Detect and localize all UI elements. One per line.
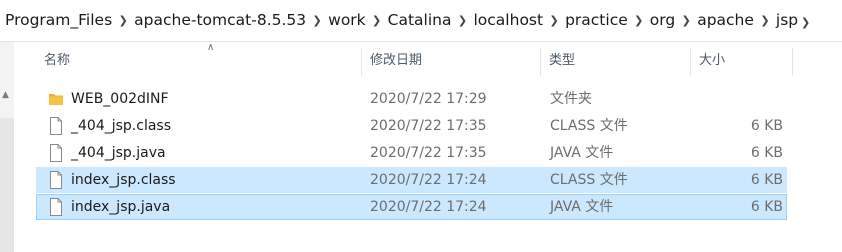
file-type: JAVA 文件 bbox=[550, 145, 614, 161]
file-size: 6 KB bbox=[750, 172, 783, 188]
breadcrumb-jsp[interactable]: jsp bbox=[775, 11, 799, 29]
chevron-right-icon[interactable]: ❯ bbox=[453, 14, 473, 27]
chevron-right-icon[interactable]: ❯ bbox=[801, 16, 810, 29]
column-header-row: ∧ 名称 修改日期 类型 大小 bbox=[14, 42, 842, 78]
file-icon bbox=[50, 144, 62, 162]
sort-ascending-icon: ∧ bbox=[207, 42, 215, 53]
scroll-up-arrow-icon[interactable]: ▲ bbox=[2, 90, 9, 100]
breadcrumb-practice[interactable]: practice bbox=[564, 11, 629, 29]
chevron-right-icon[interactable]: ❯ bbox=[755, 14, 775, 27]
chevron-right-icon[interactable]: ❯ bbox=[367, 14, 387, 27]
navigation-pane-scrollbar[interactable]: ▲ bbox=[0, 42, 14, 252]
file-date: 2020/7/22 17:35 bbox=[370, 145, 487, 161]
file-date: 2020/7/22 17:24 bbox=[370, 199, 487, 215]
file-date: 2020/7/22 17:35 bbox=[370, 118, 487, 134]
file-type: CLASS 文件 bbox=[550, 118, 628, 134]
address-bar[interactable]: Program_Files ❯ apache-tomcat-8.5.53 ❯ w… bbox=[0, 0, 842, 42]
file-icon bbox=[50, 171, 62, 189]
chevron-right-icon[interactable]: ❯ bbox=[676, 14, 696, 27]
file-name: _404_jsp.java bbox=[71, 145, 166, 161]
file-row[interactable]: _404_jsp.java 2020/7/22 17:35 JAVA 文件 6 … bbox=[36, 140, 787, 166]
file-date: 2020/7/22 17:29 bbox=[370, 91, 487, 107]
chevron-right-icon[interactable]: ❯ bbox=[113, 14, 133, 27]
file-type: 文件夹 bbox=[550, 91, 592, 107]
file-row[interactable]: WEB_002dINF 2020/7/22 17:29 文件夹 bbox=[36, 86, 787, 112]
breadcrumb-localhost[interactable]: localhost bbox=[473, 11, 545, 29]
file-name: index_jsp.class bbox=[71, 172, 176, 188]
file-size: 6 KB bbox=[750, 199, 783, 215]
file-type: CLASS 文件 bbox=[550, 172, 628, 188]
breadcrumb-work[interactable]: work bbox=[327, 11, 367, 29]
column-header-size[interactable]: 大小 bbox=[699, 42, 725, 78]
folder-icon bbox=[49, 94, 63, 105]
chevron-right-icon[interactable]: ❯ bbox=[629, 14, 649, 27]
column-header-type[interactable]: 类型 bbox=[549, 42, 575, 78]
column-divider[interactable] bbox=[792, 48, 793, 76]
column-divider[interactable] bbox=[690, 48, 691, 76]
breadcrumb-org[interactable]: org bbox=[649, 11, 676, 29]
scrollbar-thumb[interactable] bbox=[0, 118, 14, 252]
file-size: 6 KB bbox=[750, 118, 783, 134]
column-header-date[interactable]: 修改日期 bbox=[370, 42, 422, 78]
file-name: index_jsp.java bbox=[71, 199, 171, 215]
file-icon bbox=[50, 117, 62, 135]
file-row[interactable]: _404_jsp.class 2020/7/22 17:35 CLASS 文件 … bbox=[36, 113, 787, 139]
file-icon bbox=[50, 198, 62, 216]
file-date: 2020/7/22 17:24 bbox=[370, 172, 487, 188]
chevron-right-icon[interactable]: ❯ bbox=[307, 14, 327, 27]
column-divider[interactable] bbox=[540, 48, 541, 76]
breadcrumb-apache-tomcat[interactable]: apache-tomcat-8.5.53 bbox=[133, 11, 307, 29]
file-row-selected[interactable]: index_jsp.java 2020/7/22 17:24 JAVA 文件 6… bbox=[36, 194, 787, 220]
breadcrumb-catalina[interactable]: Catalina bbox=[387, 11, 453, 29]
file-name: WEB_002dINF bbox=[71, 91, 169, 107]
column-header-name[interactable]: 名称 bbox=[44, 42, 70, 78]
file-name: _404_jsp.class bbox=[71, 118, 171, 134]
breadcrumb-program-files[interactable]: Program_Files bbox=[4, 11, 113, 29]
file-size: 6 KB bbox=[750, 145, 783, 161]
chevron-right-icon[interactable]: ❯ bbox=[544, 14, 564, 27]
file-type: JAVA 文件 bbox=[550, 199, 614, 215]
column-divider[interactable] bbox=[361, 48, 362, 76]
breadcrumb: Program_Files ❯ apache-tomcat-8.5.53 ❯ w… bbox=[4, 11, 799, 29]
breadcrumb-apache[interactable]: apache bbox=[696, 11, 755, 29]
file-row-selected[interactable]: index_jsp.class 2020/7/22 17:24 CLASS 文件… bbox=[36, 167, 787, 193]
